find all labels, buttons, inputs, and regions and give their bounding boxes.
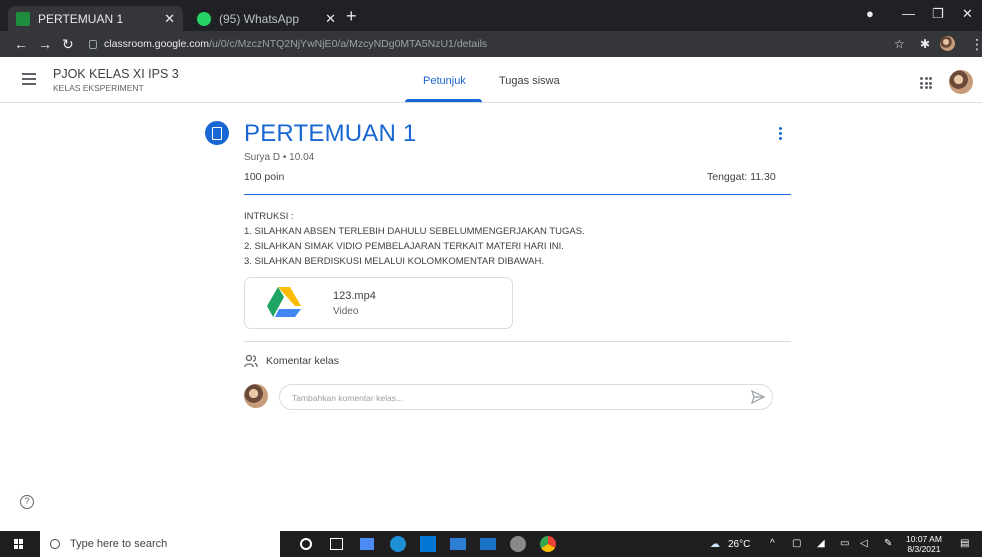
close-window-icon[interactable]: ✕: [962, 6, 973, 22]
network-icon[interactable]: ◢: [817, 538, 825, 549]
assignment-instructions: INTRUKSI : 1. SILAHKAN ABSEN TERLEBIH DA…: [244, 209, 585, 269]
store-icon[interactable]: [420, 536, 436, 552]
class-name[interactable]: PJOK KELAS XI IPS 3: [53, 67, 179, 81]
bookmark-star-icon[interactable]: ☆: [894, 35, 905, 53]
google-drive-icon: [267, 287, 301, 317]
taskbar-search-placeholder: Type here to search: [70, 538, 168, 550]
volume-icon[interactable]: ◁: [860, 538, 868, 549]
search-icon: [50, 539, 60, 549]
browser-menu-icon[interactable]: ⋮: [970, 35, 982, 53]
browser-toolbar: ← → ↻ classroom.google.com /u/0/c/MzczNT…: [0, 31, 982, 57]
attachment-type: Video: [333, 306, 359, 317]
clock-date: 8/3/2021: [907, 544, 941, 554]
cortana-icon[interactable]: [300, 538, 312, 550]
google-apps-icon[interactable]: [920, 77, 932, 89]
restore-icon[interactable]: ❐: [932, 6, 944, 22]
instruction-line: INTRUKSI :: [244, 211, 294, 222]
back-icon[interactable]: ←: [14, 35, 28, 53]
battery-icon[interactable]: ▭: [840, 538, 849, 549]
instruction-line: 1. SILAHKAN ABSEN TERLEBIH DAHULU SEBELU…: [244, 226, 585, 237]
commenter-avatar: [244, 384, 268, 408]
forward-icon[interactable]: →: [38, 35, 52, 53]
profile-dot-icon[interactable]: ●: [866, 6, 874, 21]
taskbar-clock[interactable]: 10:07 AM 8/3/2021: [906, 534, 942, 554]
divider: [244, 194, 791, 195]
divider: [244, 341, 791, 342]
assignment-due: Tenggat: 11.30: [707, 171, 776, 183]
weather-temperature[interactable]: 26°C: [728, 539, 750, 550]
more-options-icon[interactable]: [779, 127, 783, 142]
class-comments-label: Komentar kelas: [266, 355, 339, 367]
active-tab-indicator: [405, 99, 482, 102]
main-menu-icon[interactable]: [22, 73, 36, 85]
close-tab-icon[interactable]: ✕: [164, 11, 175, 27]
url-host: classroom.google.com: [104, 38, 210, 50]
tab-title: (95) WhatsApp: [219, 11, 300, 26]
send-icon[interactable]: [750, 389, 766, 405]
comment-input[interactable]: Tambahkan komentar kelas...: [279, 384, 773, 410]
tab-title: PERTEMUAN 1: [38, 11, 124, 26]
people-icon: [244, 354, 258, 368]
account-avatar[interactable]: [949, 70, 973, 94]
taskbar-search[interactable]: Type here to search: [40, 531, 280, 557]
pen-icon[interactable]: ✎: [884, 538, 892, 549]
app-icon[interactable]: [360, 538, 374, 550]
assignment-meta: Surya D • 10.04: [244, 152, 315, 163]
assignment-title: PERTEMUAN 1: [244, 120, 417, 147]
windows-start-icon[interactable]: [14, 539, 24, 549]
browser-tab-strip: PERTEMUAN 1 ✕ (95) WhatsApp ✕ + ● — ❐ ✕: [0, 0, 982, 31]
tab-whatsapp[interactable]: (95) WhatsApp ✕: [189, 6, 344, 31]
whatsapp-favicon-icon: [197, 11, 211, 26]
attachment-card[interactable]: 123.mp4 Video: [244, 277, 513, 329]
tab-pertemuan[interactable]: PERTEMUAN 1 ✕: [8, 6, 183, 31]
edge-icon[interactable]: [390, 536, 406, 552]
tray-expand-icon[interactable]: ^: [770, 538, 775, 549]
tray-app-icon[interactable]: ▢: [792, 538, 801, 549]
url-path: /u/0/c/MzczNTQ2NjYwNjE0/a/MzcyNDg0MTA5Nz…: [209, 38, 488, 50]
lock-icon: [89, 39, 97, 49]
notifications-icon[interactable]: ▤: [960, 538, 969, 549]
minimize-icon[interactable]: —: [902, 6, 915, 21]
task-view-icon[interactable]: [330, 538, 343, 550]
tab-tugas-siswa[interactable]: Tugas siswa: [499, 75, 560, 87]
clock-time: 10:07 AM: [906, 534, 942, 544]
new-tab-icon[interactable]: +: [346, 7, 357, 25]
reload-icon[interactable]: ↻: [62, 35, 74, 53]
tab-petunjuk[interactable]: Petunjuk: [423, 75, 466, 87]
address-bar[interactable]: classroom.google.com /u/0/c/MzczNTQ2NjYw…: [89, 34, 889, 54]
app-icon[interactable]: [510, 536, 526, 552]
file-explorer-icon[interactable]: [450, 538, 466, 550]
classroom-header: PJOK KELAS XI IPS 3 KELAS EKSPERIMENT Pe…: [0, 57, 982, 103]
classroom-favicon-icon: [16, 11, 30, 26]
assignment-points: 100 poin: [244, 171, 285, 183]
close-tab-icon[interactable]: ✕: [325, 11, 336, 27]
instruction-line: 2. SILAHKAN SIMAK VIDIO PEMBELAJARAN TER…: [244, 241, 564, 252]
weather-cloud-icon: ☁: [710, 539, 720, 550]
chrome-icon[interactable]: [540, 536, 556, 552]
instruction-line: 3. SILAHKAN BERDISKUSI MELALUI KOLOMKOME…: [244, 256, 545, 267]
extensions-icon[interactable]: ✱: [920, 35, 930, 53]
screen: PERTEMUAN 1 ✕ (95) WhatsApp ✕ + ● — ❐ ✕ …: [0, 0, 982, 557]
class-section: KELAS EKSPERIMENT: [53, 83, 144, 93]
browser-profile-avatar[interactable]: [940, 36, 955, 51]
windows-taskbar: Type here to search ☁ 26°C ^ ▢ ◢ ▭ ◁ ✎ 1…: [0, 531, 982, 557]
mail-icon[interactable]: [480, 538, 496, 550]
assignment-icon: [205, 121, 229, 145]
help-icon[interactable]: ?: [20, 495, 34, 509]
attachment-name: 123.mp4: [333, 290, 376, 302]
